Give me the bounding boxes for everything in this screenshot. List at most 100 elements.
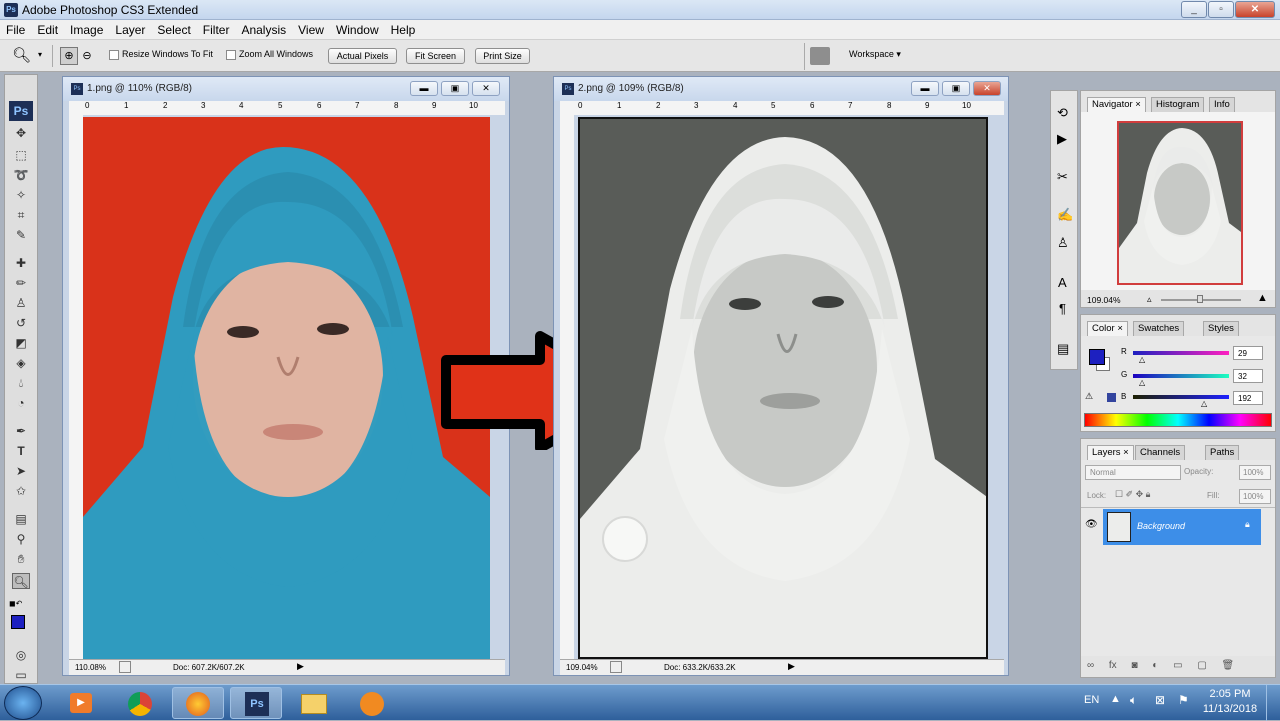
slice-tool-icon[interactable]: ✎ [12,227,30,243]
status-menu-arrow-icon[interactable]: ▶ [297,661,304,672]
document-restore-button[interactable]: ▣ [942,81,970,96]
tab-color[interactable]: Color × [1087,321,1128,336]
navigator-zoom-value[interactable]: 109.04% [1087,295,1121,305]
blue-slider-handle-icon[interactable]: △ [1201,399,1207,408]
zoom-tool-icon[interactable]: 🔍︎ [12,573,30,589]
layer-comps-icon[interactable]: ▤ [1057,341,1069,357]
status-options-icon[interactable] [119,661,131,673]
zoom-in-icon[interactable]: ⊕ [60,47,78,65]
red-value-input[interactable]: 29 [1233,346,1263,360]
healing-brush-icon[interactable]: ✚ [12,255,30,271]
foreground-color-swatch[interactable] [11,615,25,629]
menu-select[interactable]: Select [151,20,196,37]
gamut-color-swatch[interactable] [1107,393,1116,402]
type-tool-icon[interactable]: T [12,443,30,459]
eyedropper-icon[interactable]: ⚲ [12,531,30,547]
tab-paths[interactable]: Paths [1205,445,1240,460]
lock-icons[interactable]: ☐ ✐ ✥ 🔒︎ [1115,489,1150,500]
notes-tool-icon[interactable]: ▤ [12,511,30,527]
document-close-button[interactable]: ✕ [472,81,500,96]
document-minimize-button[interactable]: ▬ [410,81,438,96]
paint-bucket-icon[interactable]: ◈ [12,355,30,371]
canvas-image-1[interactable] [83,117,490,659]
blue-slider[interactable] [1133,395,1229,399]
color-spectrum-bar[interactable] [1084,413,1272,427]
gamut-warning-icon[interactable]: ⚠ [1085,391,1093,402]
magic-wand-icon[interactable]: ✧ [12,187,30,203]
menu-edit[interactable]: Edit [31,20,64,37]
pen-tool-icon[interactable]: ✒ [12,423,30,439]
fit-screen-button[interactable]: Fit Screen [406,48,465,64]
character-panel-icon[interactable]: A [1058,275,1067,290]
quick-mask-icon[interactable]: ◎ [12,647,30,663]
document-restore-button[interactable]: ▣ [441,81,469,96]
firefox-taskbar-icon[interactable] [172,687,224,719]
blend-mode-select[interactable]: Normal [1085,465,1181,480]
zoom-all-checkbox[interactable] [226,50,236,60]
eye-visibility-icon[interactable]: 👁︎ [1085,519,1098,530]
zoom-level[interactable]: 110.08% [75,663,106,672]
zoom-slider-handle[interactable] [1197,295,1203,303]
document-minimize-button[interactable]: ▬ [911,81,939,96]
menu-analysis[interactable]: Analysis [235,20,292,37]
menu-file[interactable]: File [0,20,31,37]
clone-stamp-icon[interactable]: ♙ [12,295,30,311]
green-slider-handle-icon[interactable]: △ [1139,378,1145,387]
hand-tool-icon[interactable]: ✋︎ [12,551,30,567]
explorer-taskbar-icon[interactable] [288,687,340,719]
red-slider[interactable] [1133,351,1229,355]
blur-tool-icon[interactable]: 💧︎ [12,375,30,391]
menu-view[interactable]: View [292,20,330,37]
zoom-in-mountain-icon[interactable]: ▲ [1257,292,1268,304]
clock-time[interactable]: 2:05 PM [1200,688,1260,700]
brushes-panel-icon[interactable]: ✍ [1057,207,1073,223]
zoom-tool-icon[interactable]: 🔍︎ [12,46,31,64]
tool-preset-dropdown-icon[interactable]: ▾ [38,50,42,59]
actions-panel-icon[interactable]: ▶ [1057,131,1067,147]
canvas-image-2[interactable] [578,117,988,659]
menu-layer[interactable]: Layer [109,20,151,37]
history-brush-icon[interactable]: ↺ [12,315,30,331]
move-tool-icon[interactable]: ✥ [12,125,30,141]
screen-mode-icon[interactable]: ▭ [12,667,30,683]
print-size-button[interactable]: Print Size [475,48,530,64]
green-value-input[interactable]: 32 [1233,369,1263,383]
menu-filter[interactable]: Filter [197,20,236,37]
marquee-tool-icon[interactable]: ⬚ [12,147,30,163]
show-hidden-icons[interactable]: ▲ [1110,693,1121,705]
layers-footer-icons[interactable]: ∞ fx ◙ ◐ ▭ ▢ 🗑︎ [1081,656,1275,677]
show-desktop-button[interactable] [1266,685,1280,721]
start-button[interactable] [4,686,42,720]
tab-layers[interactable]: Layers × [1087,445,1134,460]
menu-window[interactable]: Window [330,20,385,37]
action-center-icon[interactable]: ⚑ [1178,693,1189,707]
avast-taskbar-icon[interactable] [346,687,398,719]
clock-date[interactable]: 11/13/2018 [1200,703,1260,715]
dodge-tool-icon[interactable]: ◔ [12,395,30,411]
opacity-input[interactable]: 100% [1239,465,1271,480]
tab-navigator[interactable]: Navigator × [1087,97,1146,112]
tool-presets-icon[interactable]: ✂ [1057,169,1068,185]
zoom-out-mountain-icon[interactable]: ▵ [1147,294,1152,305]
chrome-taskbar-icon[interactable] [114,687,166,719]
path-select-icon[interactable]: ➤ [12,463,30,479]
bridge-icon[interactable] [810,47,830,65]
shape-tool-icon[interactable]: ✩ [12,483,30,499]
lasso-tool-icon[interactable]: ➰ [12,167,30,183]
minimize-button[interactable]: _ [1181,1,1207,18]
document-close-button[interactable]: ✕ [973,81,1001,96]
workspace-menu[interactable]: Workspace ▾ [849,49,901,60]
tab-channels[interactable]: Channels [1135,445,1186,460]
default-colors-icon[interactable]: ◼↶ [9,599,22,608]
maximize-button[interactable]: ▫ [1208,1,1234,18]
navigator-thumbnail[interactable] [1117,121,1243,285]
status-options-icon[interactable] [610,661,622,673]
resize-windows-checkbox[interactable] [109,50,119,60]
tab-info[interactable]: Info [1209,97,1235,112]
tab-histogram[interactable]: Histogram [1151,97,1205,112]
network-icon[interactable]: ⊠ [1155,693,1165,707]
paragraph-panel-icon[interactable]: ¶ [1059,301,1066,316]
green-slider[interactable] [1133,374,1229,378]
tab-swatches[interactable]: Swatches [1133,321,1185,336]
eraser-tool-icon[interactable]: ◩ [12,335,30,351]
